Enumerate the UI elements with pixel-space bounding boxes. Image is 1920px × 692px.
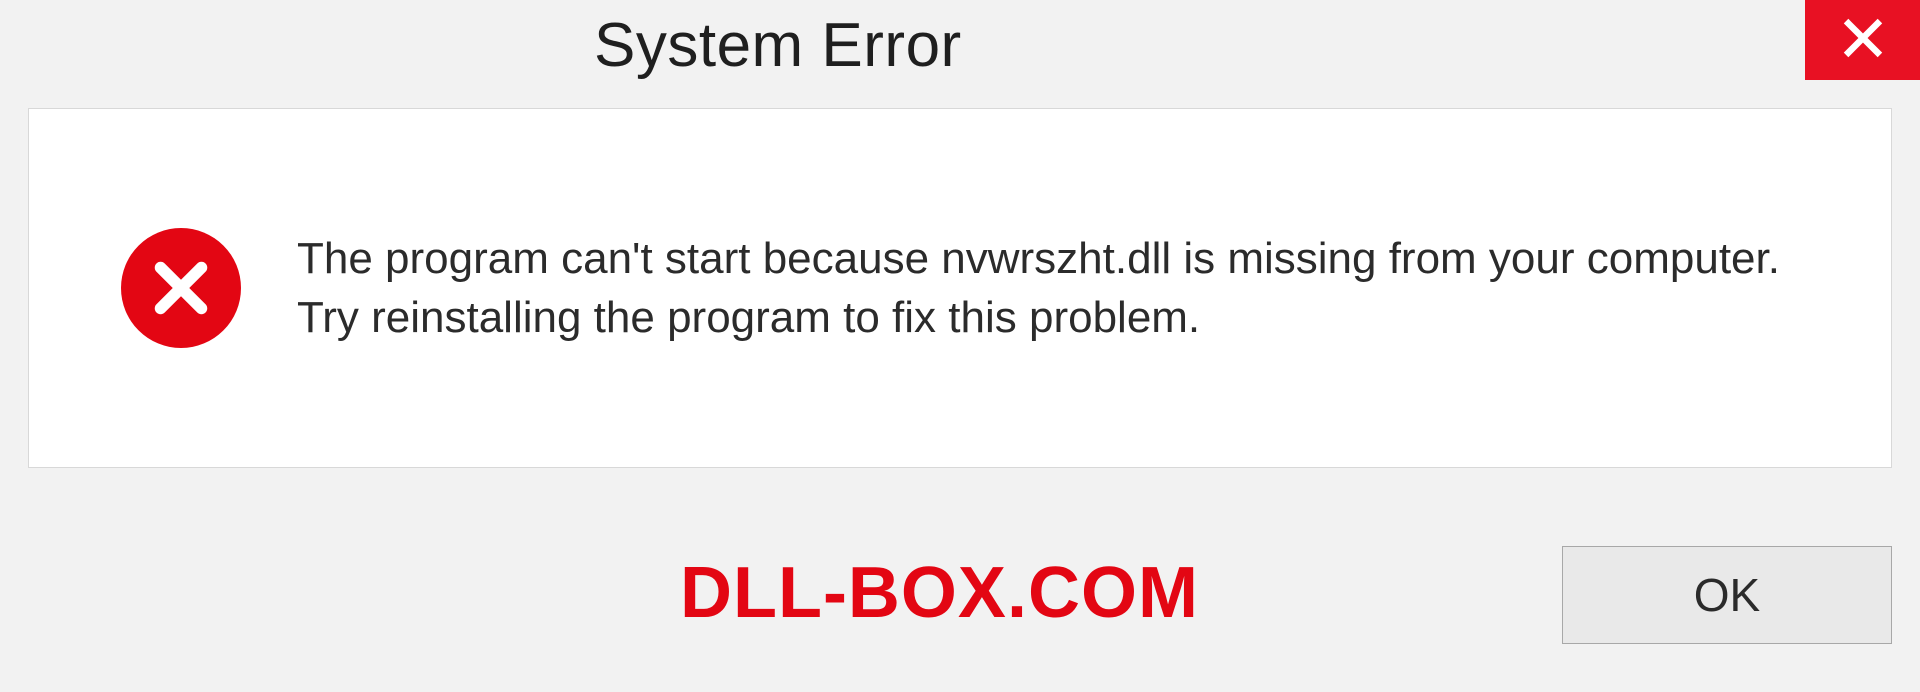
dialog-title: System Error: [594, 10, 962, 81]
error-icon: [121, 228, 241, 348]
watermark-text: DLL-BOX.COM: [680, 552, 1199, 634]
close-button[interactable]: [1805, 0, 1920, 80]
dialog-window: System Error The program can't start bec…: [0, 0, 1920, 692]
close-icon: [1841, 16, 1885, 65]
error-message: The program can't start because nvwrszht…: [297, 229, 1797, 348]
footer: DLL-BOX.COM OK: [28, 468, 1892, 664]
ok-button[interactable]: OK: [1562, 546, 1892, 644]
titlebar: System Error: [0, 0, 1920, 108]
ok-button-label: OK: [1694, 568, 1760, 622]
content-panel: The program can't start because nvwrszht…: [28, 108, 1892, 468]
